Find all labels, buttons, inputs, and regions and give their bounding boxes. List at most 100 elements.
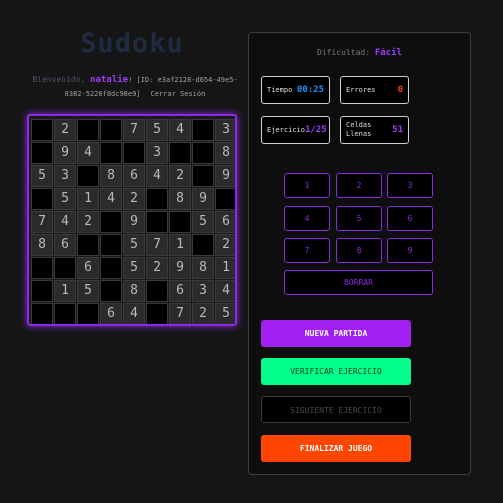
- sudoku-cell[interactable]: 8: [100, 165, 122, 187]
- sudoku-cell[interactable]: 2: [123, 188, 145, 210]
- sudoku-cell[interactable]: [77, 165, 99, 187]
- sudoku-cell[interactable]: 5: [215, 303, 235, 324]
- sudoku-cell[interactable]: 1: [54, 280, 76, 302]
- sudoku-cell[interactable]: 3: [54, 165, 76, 187]
- number-button-7[interactable]: 7: [284, 238, 330, 263]
- welcome-prefix: Bienvenido,: [32, 75, 91, 84]
- sudoku-cell[interactable]: 1: [169, 234, 191, 256]
- sudoku-cell[interactable]: 4: [215, 280, 235, 302]
- sudoku-cell[interactable]: 5: [31, 165, 53, 187]
- sudoku-cell[interactable]: [100, 211, 122, 233]
- sudoku-cell[interactable]: [192, 119, 214, 141]
- sudoku-cell[interactable]: 2: [192, 303, 214, 324]
- sudoku-cell[interactable]: 4: [100, 188, 122, 210]
- new-game-button[interactable]: NUEVA PARTIDA: [261, 320, 411, 347]
- sudoku-cell[interactable]: [146, 211, 168, 233]
- sudoku-cell[interactable]: [146, 188, 168, 210]
- sudoku-cell[interactable]: 9: [192, 188, 214, 210]
- sudoku-cell[interactable]: [100, 119, 122, 141]
- sudoku-cell[interactable]: 5: [123, 234, 145, 256]
- sudoku-cell[interactable]: [215, 188, 235, 210]
- sudoku-cell[interactable]: 6: [215, 211, 235, 233]
- sudoku-cell[interactable]: 1: [77, 188, 99, 210]
- sudoku-cell[interactable]: [169, 142, 191, 164]
- number-button-9[interactable]: 9: [387, 238, 433, 263]
- sudoku-cell[interactable]: 5: [123, 257, 145, 279]
- sudoku-cell[interactable]: 9: [123, 211, 145, 233]
- sudoku-cell[interactable]: [77, 234, 99, 256]
- sudoku-cell[interactable]: 5: [54, 188, 76, 210]
- sudoku-cell[interactable]: 4: [169, 119, 191, 141]
- sudoku-cell[interactable]: [31, 142, 53, 164]
- sudoku-cell[interactable]: [31, 303, 53, 324]
- sudoku-cell[interactable]: [100, 257, 122, 279]
- sudoku-cell[interactable]: [192, 234, 214, 256]
- sudoku-cell[interactable]: 8: [192, 257, 214, 279]
- sudoku-cell[interactable]: 2: [54, 119, 76, 141]
- sudoku-cell[interactable]: 2: [169, 165, 191, 187]
- sudoku-cell[interactable]: 9: [54, 142, 76, 164]
- number-button-3[interactable]: 3: [387, 173, 433, 198]
- number-button-5[interactable]: 5: [336, 206, 382, 231]
- sudoku-cell[interactable]: 9: [169, 257, 191, 279]
- sudoku-cell[interactable]: [169, 211, 191, 233]
- sudoku-cell[interactable]: 8: [31, 234, 53, 256]
- sudoku-cell[interactable]: [77, 119, 99, 141]
- sudoku-cell[interactable]: 7: [146, 234, 168, 256]
- sudoku-cell[interactable]: 5: [146, 119, 168, 141]
- sudoku-cell[interactable]: 2: [215, 234, 235, 256]
- verify-exercise-button[interactable]: VERIFICAR EJERCICIO: [261, 358, 411, 385]
- number-button-1[interactable]: 1: [284, 173, 330, 198]
- sudoku-cell[interactable]: [31, 280, 53, 302]
- sudoku-cell[interactable]: 6: [123, 165, 145, 187]
- sudoku-cell[interactable]: 7: [169, 303, 191, 324]
- sudoku-cell[interactable]: [54, 303, 76, 324]
- next-exercise-button[interactable]: SIGUIENTE EJERCICIO: [261, 396, 411, 423]
- sudoku-cell[interactable]: [31, 188, 53, 210]
- number-button-2[interactable]: 2: [336, 173, 382, 198]
- finish-game-button[interactable]: FINALIZAR JUEGO: [261, 435, 411, 462]
- welcome-line: Bienvenido, natalie! [ID: e3af2128-d654-…: [30, 73, 240, 101]
- sudoku-cell[interactable]: 6: [54, 234, 76, 256]
- sudoku-cell[interactable]: 4: [77, 142, 99, 164]
- sudoku-cell[interactable]: 4: [146, 165, 168, 187]
- sudoku-cell[interactable]: [192, 165, 214, 187]
- logout-link[interactable]: Cerrar Sesión: [151, 90, 206, 98]
- sudoku-cell[interactable]: 6: [100, 303, 122, 324]
- sudoku-cell[interactable]: 8: [215, 142, 235, 164]
- sudoku-cell[interactable]: [192, 142, 214, 164]
- sudoku-cell[interactable]: 1: [215, 257, 235, 279]
- sudoku-cell[interactable]: 4: [123, 303, 145, 324]
- sudoku-cell[interactable]: 5: [192, 211, 214, 233]
- sudoku-cell[interactable]: 4: [54, 211, 76, 233]
- sudoku-cell[interactable]: 8: [123, 280, 145, 302]
- sudoku-cell[interactable]: [31, 257, 53, 279]
- sudoku-cell[interactable]: 7: [31, 211, 53, 233]
- sudoku-cell[interactable]: 2: [146, 257, 168, 279]
- sudoku-cell[interactable]: [100, 234, 122, 256]
- sudoku-cell[interactable]: 5: [77, 280, 99, 302]
- sudoku-cell[interactable]: 3: [146, 142, 168, 164]
- sudoku-cell[interactable]: [123, 142, 145, 164]
- errors-label: Errores: [346, 86, 376, 94]
- sudoku-cell[interactable]: [100, 142, 122, 164]
- number-button-4[interactable]: 4: [284, 206, 330, 231]
- sudoku-cell[interactable]: 9: [215, 165, 235, 187]
- sudoku-cell[interactable]: 7: [123, 119, 145, 141]
- sudoku-cell[interactable]: 8: [169, 188, 191, 210]
- sudoku-cell[interactable]: [100, 280, 122, 302]
- sudoku-cell[interactable]: 6: [169, 280, 191, 302]
- number-button-6[interactable]: 6: [387, 206, 433, 231]
- sudoku-cell[interactable]: 3: [215, 119, 235, 141]
- sudoku-cell[interactable]: 2: [77, 211, 99, 233]
- sudoku-cell[interactable]: 3: [192, 280, 214, 302]
- exercise-stat: Ejercicio 1/25: [261, 116, 330, 144]
- erase-button[interactable]: BORRAR: [284, 270, 433, 295]
- sudoku-cell[interactable]: [31, 119, 53, 141]
- sudoku-cell[interactable]: 6: [77, 257, 99, 279]
- number-button-8[interactable]: 8: [336, 238, 382, 263]
- sudoku-cell[interactable]: [146, 280, 168, 302]
- sudoku-cell[interactable]: [146, 303, 168, 324]
- sudoku-cell[interactable]: [54, 257, 76, 279]
- sudoku-cell[interactable]: [77, 303, 99, 324]
